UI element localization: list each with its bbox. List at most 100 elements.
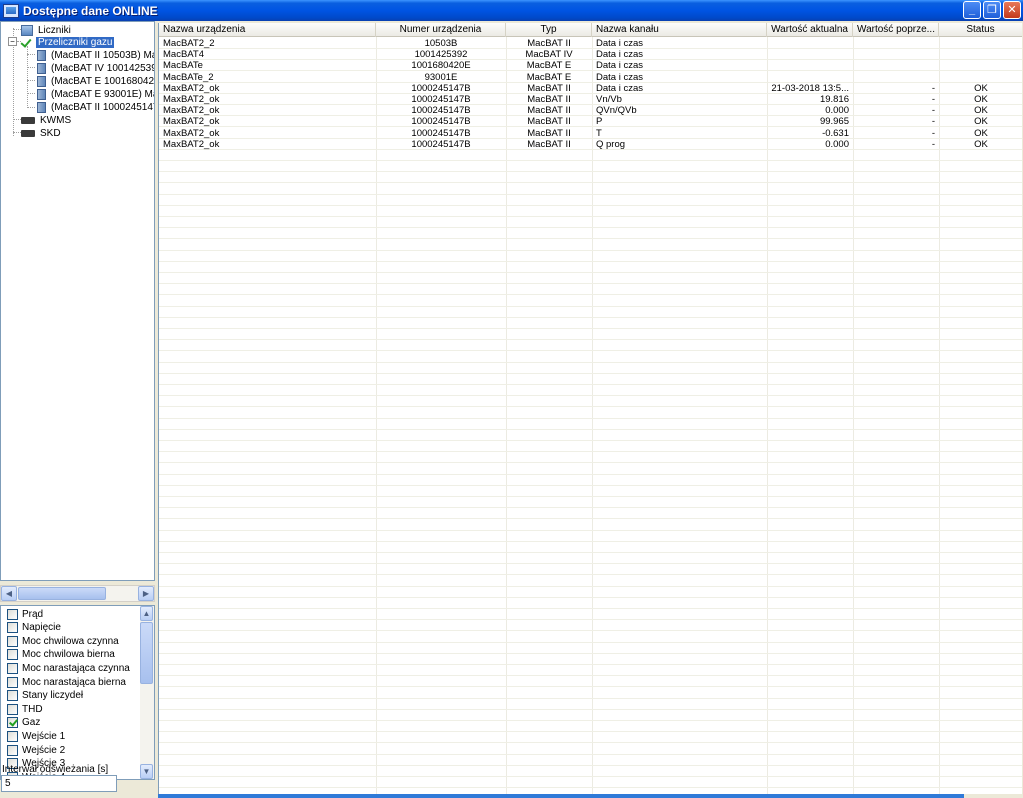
empty-row[interactable] (159, 352, 1022, 363)
scroll-thumb[interactable] (140, 622, 153, 684)
column-header-previous-value[interactable]: Wartość poprze... (853, 23, 939, 37)
empty-row[interactable] (159, 475, 1022, 486)
empty-row[interactable] (159, 587, 1022, 598)
scroll-thumb[interactable] (18, 587, 106, 600)
empty-row[interactable] (159, 172, 1022, 184)
empty-row[interactable] (159, 318, 1022, 329)
checkbox-row[interactable]: Moc chwilowa bierna (7, 648, 115, 661)
tree-item-device[interactable]: (MacBAT IV 1001425392) M (37, 62, 154, 74)
empty-row[interactable] (159, 464, 1022, 475)
checkbox[interactable] (7, 622, 18, 633)
checkbox-row[interactable]: Gaz (7, 716, 40, 729)
empty-row[interactable] (159, 161, 1022, 173)
empty-row[interactable] (159, 329, 1022, 341)
checkbox[interactable] (7, 663, 18, 674)
tree-item-device[interactable]: (MacBAT II 10503B) MacBA (37, 49, 154, 61)
empty-row[interactable] (159, 632, 1022, 643)
tree-item-kwms[interactable]: KWMS (21, 114, 73, 126)
checkbox-row[interactable]: Prąd (7, 608, 43, 621)
empty-row[interactable] (159, 363, 1022, 374)
checkbox[interactable] (7, 690, 18, 701)
checkbox[interactable] (7, 731, 18, 742)
table-row[interactable]: MacBATe 1001680420E MacBAT E Data i czas (159, 60, 1022, 72)
empty-row[interactable] (159, 273, 1022, 285)
empty-row[interactable] (159, 195, 1022, 206)
checkbox-row[interactable]: Napięcie (7, 621, 61, 634)
tree-item-przeliczniki-gazu[interactable]: Przeliczniki gazu (21, 36, 115, 48)
empty-row[interactable] (159, 430, 1022, 441)
table-row[interactable]: MaxBAT2_ok 1000245147B MacBAT II T -0.631 - OK (159, 128, 1022, 139)
empty-row[interactable] (159, 452, 1022, 464)
restore-button[interactable]: ❐ (983, 1, 1001, 19)
empty-row[interactable] (159, 206, 1022, 217)
checkbox[interactable] (7, 636, 18, 647)
empty-row[interactable] (159, 228, 1022, 240)
checklist-vertical-scrollbar[interactable]: ▲ ▼ (140, 606, 154, 779)
empty-row[interactable] (159, 497, 1022, 509)
column-header-device-number[interactable]: Numer urządzenia (376, 23, 506, 37)
empty-row[interactable] (159, 766, 1022, 777)
empty-row[interactable] (159, 564, 1022, 576)
checkbox-row[interactable]: Wejście 1 (7, 730, 65, 743)
empty-row[interactable] (159, 262, 1022, 273)
checkbox[interactable] (7, 745, 18, 756)
tree-item-liczniki[interactable]: Liczniki (21, 24, 73, 36)
checkbox[interactable] (7, 677, 18, 688)
empty-row[interactable] (159, 150, 1022, 161)
close-button[interactable]: ✕ (1003, 1, 1021, 19)
empty-row[interactable] (159, 296, 1022, 307)
table-row[interactable]: MaxBAT2_ok 1000245147B MacBAT II Q prog 0.00… (159, 139, 1022, 150)
table-row[interactable]: MacBATe_2 93001E MacBAT E Data i czas (159, 72, 1022, 83)
checkbox-row[interactable]: Moc narastająca czynna (7, 662, 130, 675)
empty-row[interactable] (159, 217, 1022, 229)
empty-row[interactable] (159, 508, 1022, 520)
empty-row[interactable] (159, 251, 1022, 262)
collapse-toggle[interactable]: − (8, 37, 17, 46)
empty-row[interactable] (159, 441, 1022, 453)
empty-row[interactable] (159, 688, 1022, 699)
checkbox[interactable] (7, 609, 18, 620)
empty-row[interactable] (159, 643, 1022, 654)
column-header-device-name[interactable]: Nazwa urządzenia (159, 23, 376, 37)
tree-item-device[interactable]: (MacBAT E 93001E) MacBA (37, 88, 154, 100)
empty-row[interactable] (159, 676, 1022, 688)
table-row[interactable]: MacBAT4 1001425392 MacBAT IV Data i czas (159, 49, 1022, 61)
empty-row[interactable] (159, 576, 1022, 587)
table-row[interactable]: MaxBAT2_ok 1000245147B MacBAT II Vn/Vb 19.81… (159, 94, 1022, 105)
empty-row[interactable] (159, 744, 1022, 755)
tree-item-device[interactable]: (MacBAT II 1000245147B) (37, 101, 154, 113)
empty-row[interactable] (159, 419, 1022, 430)
checkbox-row[interactable]: Moc narastająca bierna (7, 676, 126, 689)
scroll-right-button[interactable]: ▶ (138, 586, 154, 601)
column-header-status[interactable]: Status (939, 23, 1022, 37)
empty-row[interactable] (159, 654, 1022, 665)
checkbox-row[interactable]: Wejście 2 (7, 744, 65, 757)
checkbox-row[interactable]: THD (7, 703, 43, 716)
tree-item-device[interactable]: (MacBAT E 1001680420E) (37, 75, 154, 87)
checkbox-checked[interactable] (7, 717, 18, 728)
scroll-up-button[interactable]: ▲ (140, 606, 153, 621)
empty-row[interactable] (159, 553, 1022, 565)
column-header-type[interactable]: Typ (506, 23, 592, 37)
empty-row[interactable] (159, 307, 1022, 318)
tree-horizontal-scrollbar[interactable]: ◀ ▶ (0, 585, 155, 602)
empty-row[interactable] (159, 396, 1022, 408)
empty-row[interactable] (159, 385, 1022, 397)
table-row[interactable]: MaxBAT2_ok 1000245147B MacBAT II QVn/QVb 0.0… (159, 105, 1022, 117)
scroll-left-button[interactable]: ◀ (1, 586, 17, 601)
empty-row[interactable] (159, 732, 1022, 744)
empty-row[interactable] (159, 542, 1022, 553)
empty-row[interactable] (159, 374, 1022, 385)
empty-row[interactable] (159, 408, 1022, 419)
online-data-grid[interactable]: Nazwa urządzenia Numer urządzenia Typ Na… (158, 23, 1022, 794)
device-tree[interactable]: Liczniki − Przeliczniki gazu (MacBAT II … (0, 21, 155, 581)
empty-row[interactable] (159, 777, 1022, 789)
checkbox-row[interactable]: Stany liczydeł (7, 689, 83, 702)
empty-row[interactable] (159, 665, 1022, 677)
empty-row[interactable] (159, 699, 1022, 710)
empty-row[interactable] (159, 486, 1022, 497)
column-header-channel-name[interactable]: Nazwa kanału (592, 23, 767, 37)
empty-row[interactable] (159, 531, 1022, 542)
table-row[interactable]: MaxBAT2_ok 1000245147B MacBAT II P 99.965 - OK (159, 116, 1022, 128)
empty-row[interactable] (159, 340, 1022, 352)
